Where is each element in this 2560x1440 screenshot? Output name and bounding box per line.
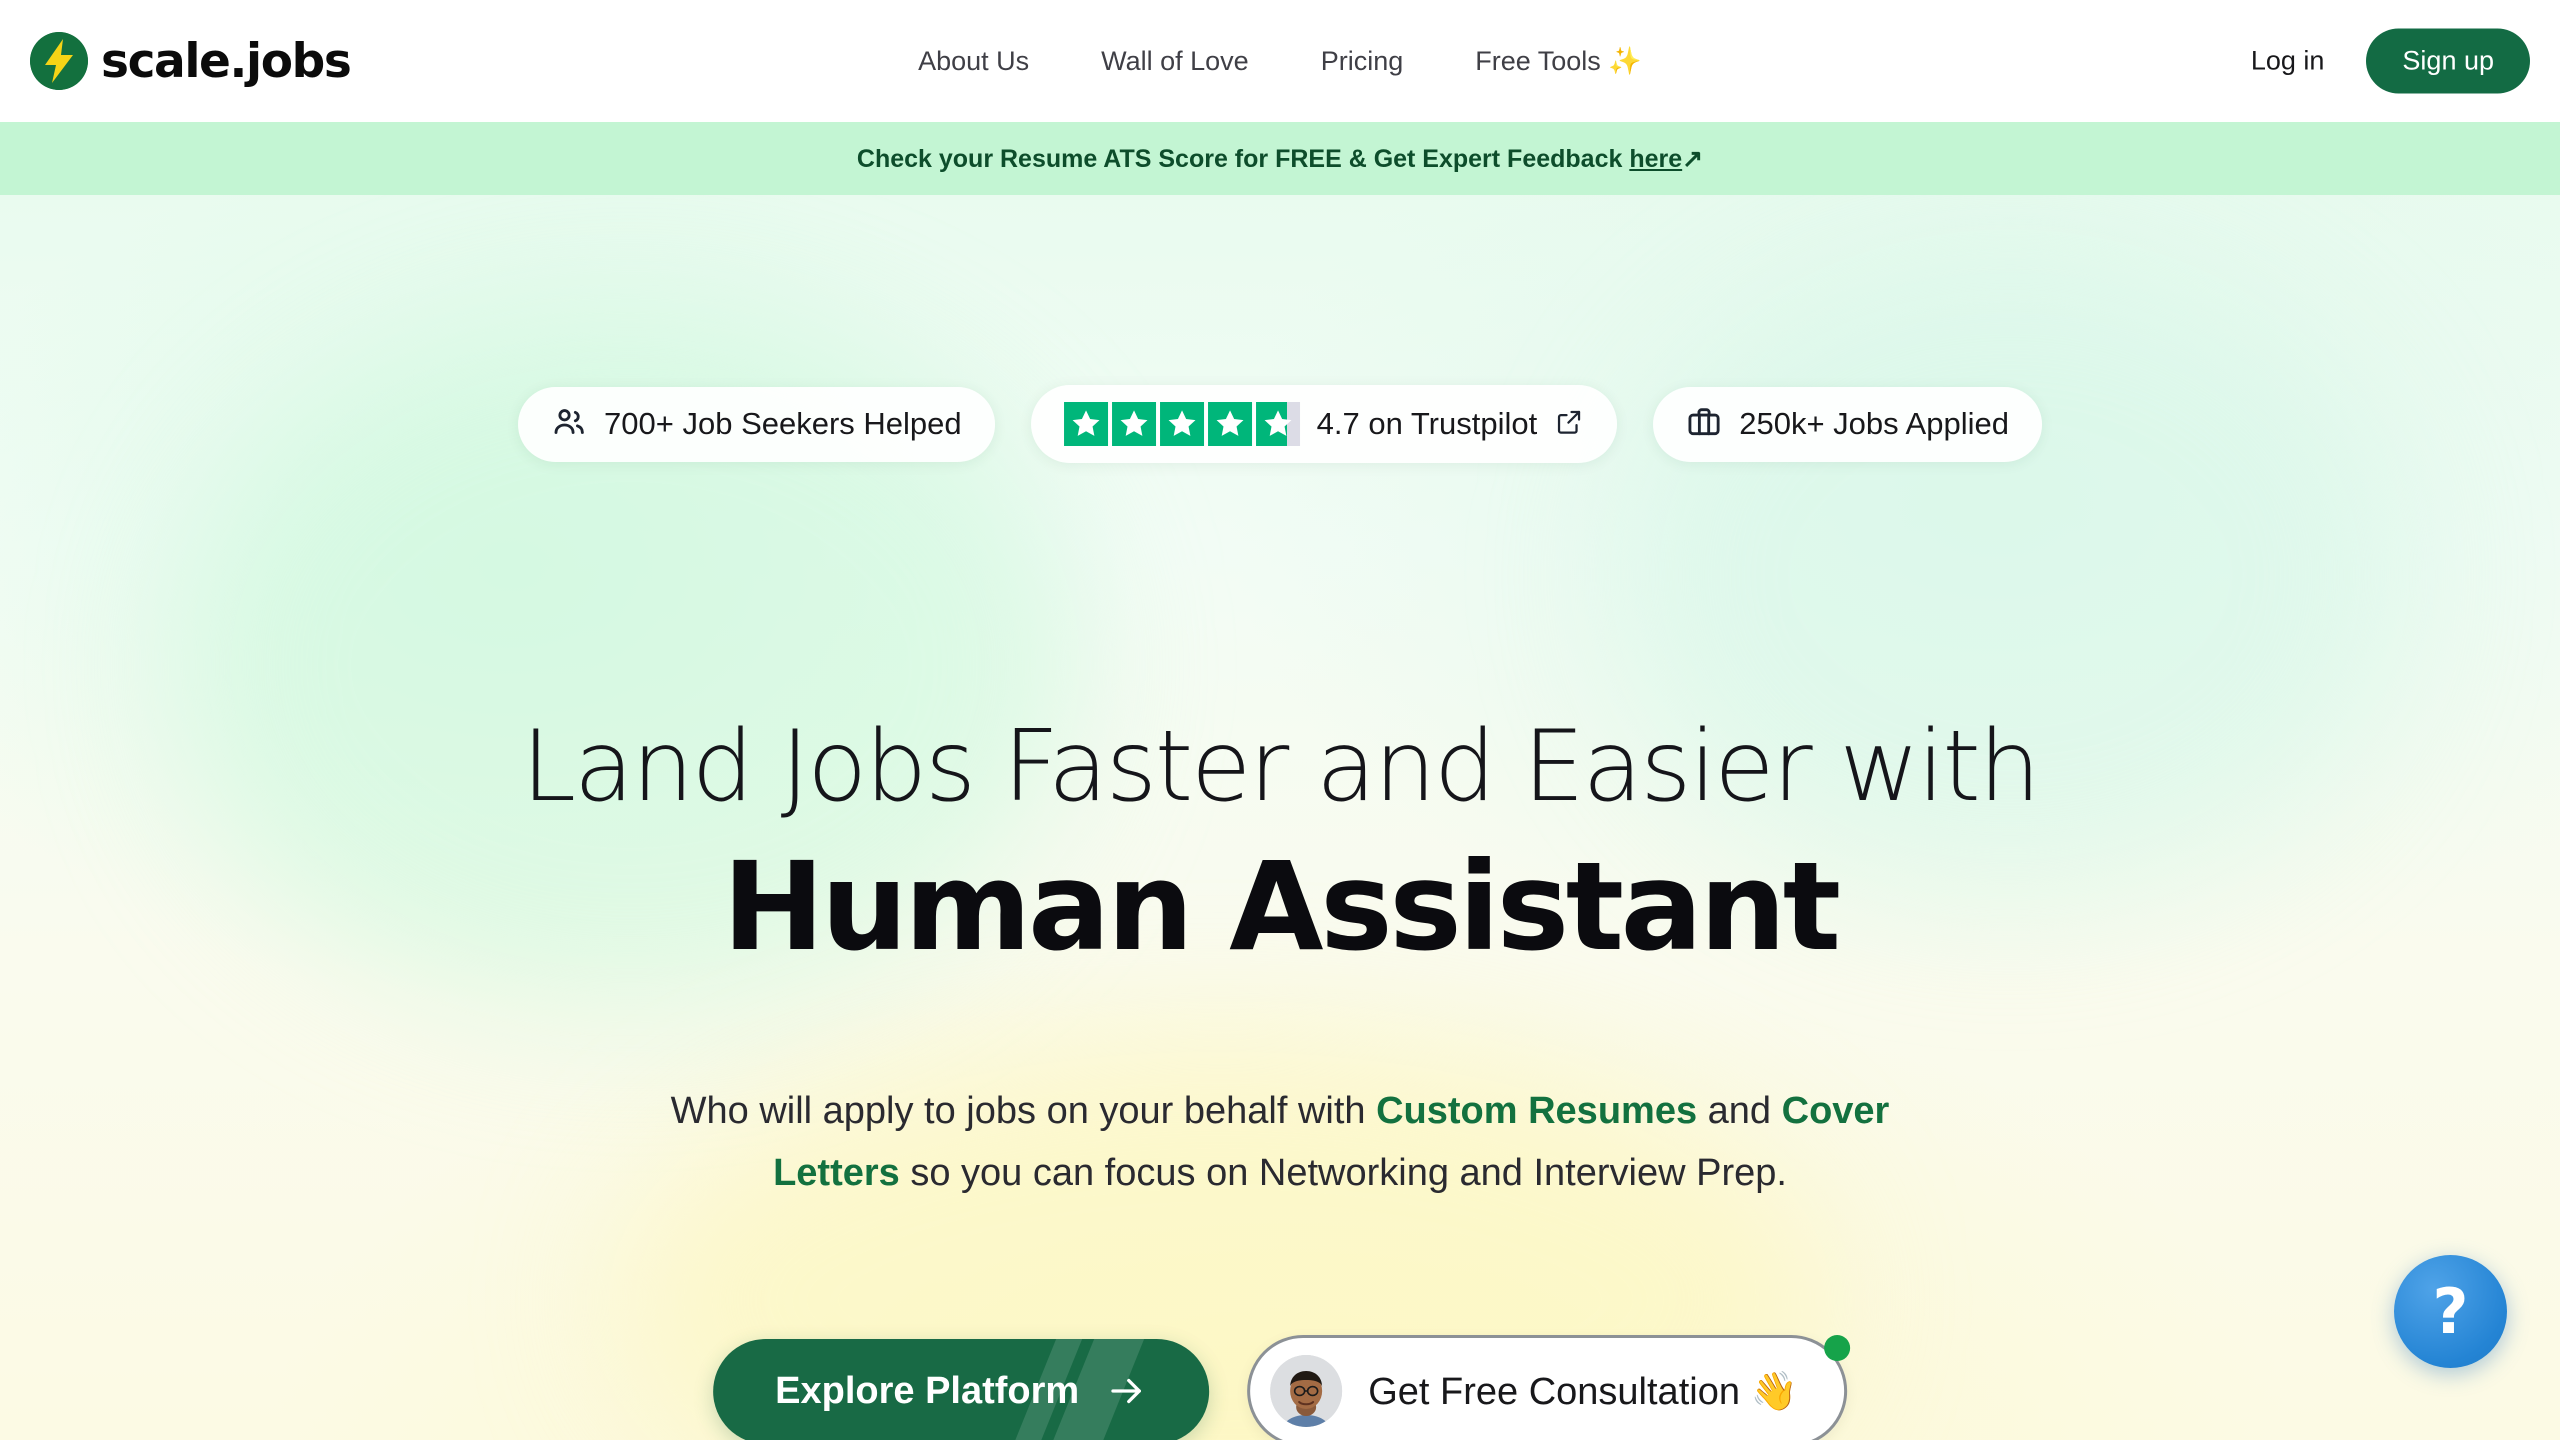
nav-free-tools[interactable]: Free Tools ✨ — [1475, 45, 1642, 77]
hero-section: 700+ Job Seekers Helped 4.7 on Trustpilo… — [0, 195, 2560, 1440]
subtitle-part-2: and — [1697, 1090, 1782, 1132]
login-link[interactable]: Log in — [2251, 46, 2325, 77]
trustpilot-stars-icon — [1063, 402, 1300, 446]
promo-banner-link[interactable]: here — [1629, 145, 1682, 173]
briefcase-icon — [1686, 404, 1722, 445]
badge-job-seekers[interactable]: 700+ Job Seekers Helped — [518, 386, 995, 462]
hero-headline: Land Jobs Faster and Easier with Human A… — [0, 710, 2560, 978]
question-mark-icon: ? — [2432, 1274, 2469, 1348]
signup-button[interactable]: Sign up — [2366, 28, 2530, 94]
lightning-bolt-icon — [30, 32, 88, 90]
users-icon — [551, 404, 587, 445]
site-header: scale.jobs About Us Wall of Love Pricing… — [0, 0, 2560, 122]
external-link-icon[interactable] — [1554, 407, 1584, 442]
stats-badges: 700+ Job Seekers Helped 4.7 on Trustpilo… — [518, 385, 2042, 463]
nav-wall-of-love[interactable]: Wall of Love — [1101, 46, 1249, 77]
subtitle-part-1: Who will apply to jobs on your behalf wi… — [670, 1090, 1377, 1132]
explore-platform-button[interactable]: Explore Platform — [713, 1338, 1210, 1440]
badge-trustpilot-label: 4.7 on Trustpilot — [1316, 406, 1538, 441]
nav-about-us[interactable]: About Us — [918, 46, 1029, 77]
logo[interactable]: scale.jobs — [30, 32, 352, 90]
promo-banner-text: Check your Resume ATS Score for FREE & G… — [857, 144, 1703, 174]
badge-job-seekers-label: 700+ Job Seekers Helped — [604, 406, 962, 441]
promo-banner[interactable]: Check your Resume ATS Score for FREE & G… — [0, 122, 2560, 195]
badge-jobs-applied-label: 250k+ Jobs Applied — [1739, 406, 2009, 441]
subtitle-highlight-resumes: Custom Resumes — [1376, 1090, 1698, 1132]
online-status-dot — [1823, 1335, 1850, 1361]
explore-platform-label: Explore Platform — [775, 1369, 1080, 1412]
logo-text: scale.jobs — [101, 33, 352, 89]
help-button[interactable]: ? — [2394, 1255, 2507, 1368]
external-arrow-icon: ↗ — [1682, 144, 1704, 173]
header-actions: Log in Sign up — [2251, 28, 2530, 94]
headline-line-1: Land Jobs Faster and Easier with — [521, 710, 2040, 824]
main-nav: About Us Wall of Love Pricing Free Tools… — [918, 45, 1642, 77]
get-free-consultation-label: Get Free Consultation 👋 — [1368, 1368, 1798, 1413]
hero-cta-row: Explore Platform Get Free Consultation 👋 — [713, 1335, 1850, 1440]
waving-hand-icon: 👋 — [1750, 1368, 1798, 1413]
badge-trustpilot[interactable]: 4.7 on Trustpilot — [1030, 385, 1618, 463]
subtitle-part-3: so you can focus on Networking and Inter… — [899, 1151, 1787, 1194]
hero-subtitle: Who will apply to jobs on your behalf wi… — [610, 1081, 1950, 1204]
arrow-right-icon — [1105, 1370, 1147, 1412]
consultant-avatar — [1270, 1355, 1343, 1427]
nav-pricing[interactable]: Pricing — [1321, 46, 1404, 77]
badge-jobs-applied[interactable]: 250k+ Jobs Applied — [1653, 386, 2042, 462]
get-free-consultation-button[interactable]: Get Free Consultation 👋 — [1247, 1335, 1850, 1440]
headline-line-2: Human Assistant — [722, 835, 1841, 978]
promo-banner-message: Check your Resume ATS Score for FREE & G… — [856, 144, 1630, 173]
